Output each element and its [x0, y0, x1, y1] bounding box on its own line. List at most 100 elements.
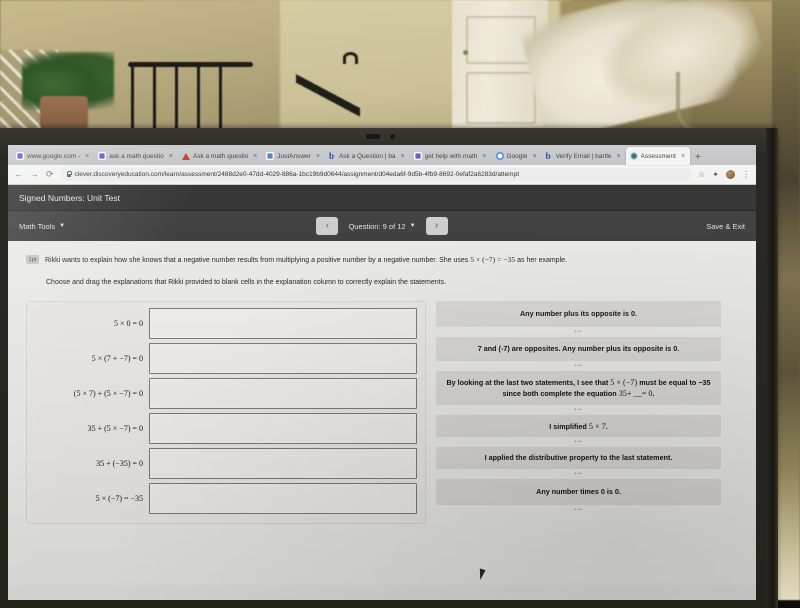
question-prompt-row: 1pt Rikki wants to explain how she knows… [26, 255, 738, 265]
drag-handle-icon[interactable]: ••• [436, 327, 721, 337]
close-icon[interactable]: × [401, 153, 405, 160]
webcam-slot [366, 134, 380, 139]
explanation-drop-cell[interactable] [149, 308, 417, 339]
table-row: 35 + (−35) = 0 [35, 448, 417, 479]
explanation-drop-cell[interactable] [149, 483, 417, 514]
drag-handle-icon[interactable]: ••• [436, 505, 721, 515]
browser-tab[interactable]: JustAnswer × [262, 147, 325, 165]
explanation-drop-cell[interactable] [149, 413, 417, 444]
next-question-button[interactable]: › [426, 217, 448, 235]
address-bar[interactable]: clever.discoveryeducation.com/learn/asse… [61, 168, 692, 181]
close-icon[interactable]: × [482, 153, 486, 160]
save-and-exit-button[interactable]: Save & Exit [706, 222, 745, 231]
close-icon[interactable]: × [85, 153, 89, 160]
justanswer-icon [266, 152, 274, 160]
assessment-toolbar: Math Tools ▼ ‹ Question: 9 of 12 ▼ › Sav… [8, 211, 756, 241]
card-text-a: By looking at the last two statements, I… [446, 378, 610, 387]
drag-handle-icon[interactable]: ••• [436, 405, 721, 415]
tab-title: Verify Email | bartle [556, 153, 612, 160]
reload-icon[interactable]: ⟳ [46, 170, 54, 179]
page-title: Signed Numbers: Unit Test [19, 193, 120, 203]
explanation-card[interactable]: 7 and (-7) are opposites. Any number plu… [436, 337, 721, 361]
explanation-drop-cell[interactable] [149, 378, 417, 409]
table-row: 5 × 0 = 0 [35, 308, 417, 339]
question-instruction: Choose and drag the explanations that Ri… [46, 279, 738, 286]
explanation-card[interactable]: I applied the distributive property to t… [436, 447, 721, 469]
previous-question-button[interactable]: ‹ [316, 217, 338, 235]
drag-handle-icon[interactable]: ••• [436, 469, 721, 479]
explanation-drop-cell[interactable] [149, 343, 417, 374]
bookmark-star-icon[interactable]: ☆ [698, 170, 705, 179]
explanation-card[interactable]: Any number plus its opposite is 0. [436, 301, 721, 327]
card-text-a: I simplified [549, 422, 589, 431]
browser-tab[interactable]: www.google.com - × [12, 147, 94, 165]
browser-tab[interactable]: ask a math questio × [94, 147, 178, 165]
browser-tab[interactable]: Ask a math questio × [178, 147, 262, 165]
explanation-card[interactable]: By looking at the last two statements, I… [436, 371, 721, 405]
close-icon[interactable]: × [616, 153, 620, 160]
laptop-screen: www.google.com - × ask a math questio × … [8, 145, 756, 600]
webcam-lens [390, 134, 395, 139]
statement-table: 5 × 0 = 0 5 × (7 + −7) = 0 (5 × 7) + (5 … [26, 301, 426, 524]
card-text-c: . [653, 389, 655, 398]
avatar[interactable] [726, 170, 735, 179]
drag-handle-icon[interactable]: ••• [436, 437, 721, 447]
close-icon[interactable]: × [532, 153, 536, 160]
mouse-cursor [476, 568, 485, 580]
red-triangle-icon [182, 153, 190, 160]
card-math-b: 35+ __= 0 [619, 389, 653, 398]
explanation-choices: Any number plus its opposite is 0. ••• 7… [436, 301, 721, 524]
chevron-down-icon: ▼ [410, 223, 416, 229]
math-tools-menu[interactable]: Math Tools ▼ [19, 222, 65, 231]
back-icon[interactable]: ← [14, 170, 23, 179]
close-icon[interactable]: × [681, 153, 685, 160]
question-selector[interactable]: Question: 9 of 12 ▼ [348, 222, 415, 231]
question-navigation: ‹ Question: 9 of 12 ▼ › [282, 217, 482, 235]
prompt-text-part1: Rikki wants to explain how she knows tha… [45, 257, 470, 264]
tab-title: JustAnswer [277, 153, 311, 160]
statement-equation: 35 + (5 × −7) = 0 [35, 424, 143, 433]
tab-title: Google [507, 153, 528, 160]
prompt-example-math: 5 × (−7) = −35 [470, 255, 515, 264]
statement-equation: 5 × 0 = 0 [35, 319, 143, 328]
tab-title: www.google.com - [27, 153, 80, 160]
browser-tab[interactable]: get help with math × [410, 147, 492, 165]
explanation-card[interactable]: I simplified 5 × 7. [436, 415, 721, 437]
bezel-right-edge [766, 128, 778, 608]
tab-title: ask a math questio [109, 153, 164, 160]
extensions-icon[interactable]: ✦ [712, 170, 719, 179]
browser-tab[interactable]: b Ask a Question | ba × [325, 147, 410, 165]
question-counter: Question: 9 of 12 [348, 222, 405, 231]
card-math-a: 5 × 7 [589, 422, 606, 431]
drag-handle-icon[interactable]: ••• [436, 361, 721, 371]
close-icon[interactable]: × [169, 153, 173, 160]
new-tab-button[interactable]: + [690, 152, 706, 165]
statement-equation: 35 + (−35) = 0 [35, 459, 143, 468]
stair-handrail [296, 52, 360, 140]
explanation-card[interactable]: Any number times 0 is 0. [436, 479, 721, 505]
statement-equation: 5 × (7 + −7) = 0 [35, 354, 143, 363]
table-row: 5 × (7 + −7) = 0 [35, 343, 417, 374]
browser-tab[interactable]: Google × [492, 147, 542, 165]
explanation-drop-cell[interactable] [149, 448, 417, 479]
close-icon[interactable]: × [316, 153, 320, 160]
math-tools-label: Math Tools [19, 222, 55, 231]
bartleby-icon: b [546, 152, 553, 160]
forward-icon[interactable]: → [30, 170, 39, 179]
google-icon [496, 152, 504, 160]
browser-tab-active[interactable]: Assessment × [626, 147, 691, 165]
assessment-icon [630, 152, 638, 160]
tab-title: Ask a Question | ba [339, 153, 396, 160]
tab-title: Assessment [641, 153, 676, 160]
points-badge: 1pt [26, 255, 39, 264]
purple-square-icon [16, 152, 24, 160]
tab-title: Ask a math questio [193, 153, 248, 160]
table-row: (5 × 7) + (5 × −7) = 0 [35, 378, 417, 409]
close-icon[interactable]: × [253, 153, 257, 160]
chrome-menu-icon[interactable]: ⋮ [742, 170, 750, 179]
question-body: 1pt Rikki wants to explain how she knows… [8, 241, 756, 585]
bartleby-icon: b [329, 152, 336, 160]
table-row: 35 + (5 × −7) = 0 [35, 413, 417, 444]
url-text: clever.discoveryeducation.com/learn/asse… [75, 171, 519, 178]
browser-tab[interactable]: b Verify Email | bartle × [542, 147, 626, 165]
